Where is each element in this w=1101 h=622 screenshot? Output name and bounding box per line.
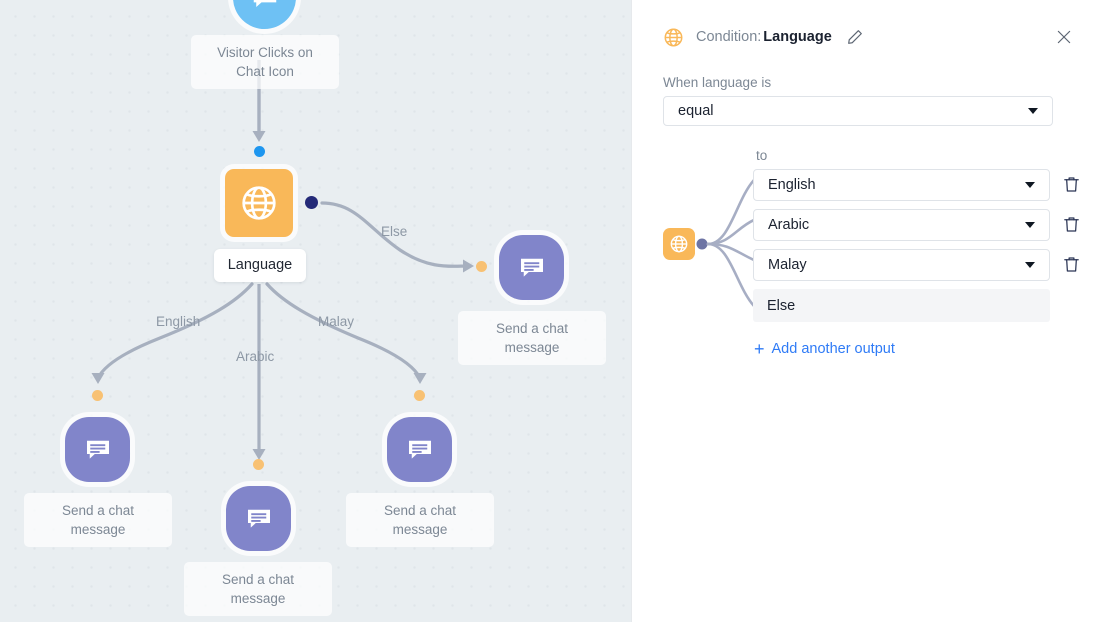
port-condition-in[interactable] — [254, 146, 265, 157]
operator-select-value: equal — [678, 103, 714, 119]
panel-header: Condition: Language — [632, 0, 1101, 74]
chevron-down-icon — [1025, 182, 1035, 188]
flow-builder-screen: Visitor Clicks on Chat Icon Language Els… — [0, 0, 1101, 622]
close-glyph — [1057, 30, 1071, 44]
output-select-0-value: English — [768, 177, 816, 193]
pencil-glyph — [847, 30, 862, 44]
node-message-english-label: Send a chat message — [24, 493, 172, 547]
node-trigger-label: Visitor Clicks on Chat Icon — [191, 35, 339, 89]
port-condition-out-else[interactable] — [305, 196, 318, 209]
chat-message-icon[interactable] — [226, 486, 291, 551]
condition-settings-panel: Condition: Language When language is equa… — [631, 0, 1101, 622]
output-select-1[interactable]: Arabic — [753, 209, 1050, 241]
chat-message-glyph — [408, 440, 431, 459]
chat-message-icon[interactable] — [499, 235, 564, 300]
output-select-1-value: Arabic — [768, 217, 810, 233]
globe-glyph — [670, 235, 688, 253]
chat-bubble-trigger-icon[interactable] — [233, 0, 296, 29]
panel-title-prefix: Condition: — [696, 29, 762, 45]
node-message-arabic-label: Send a chat message — [184, 562, 332, 616]
trash-glyph — [1064, 177, 1079, 192]
pencil-icon[interactable] — [846, 28, 864, 46]
trash-glyph — [1064, 257, 1079, 272]
node-message-malay-label: Send a chat message — [346, 493, 494, 547]
edge-label-english: English — [156, 314, 201, 329]
chevron-down-icon — [1025, 262, 1035, 268]
chat-message-icon[interactable] — [65, 417, 130, 482]
globe-glyph — [242, 186, 276, 220]
globe-icon[interactable] — [225, 169, 293, 237]
chat-message-glyph — [247, 509, 270, 528]
output-select-2-value: Malay — [768, 257, 807, 273]
edge-label-arabic: Arabic — [236, 349, 275, 364]
add-another-output-label: Add another output — [771, 341, 895, 357]
node-message-else-label: Send a chat message — [458, 311, 606, 365]
to-label: to — [756, 148, 768, 163]
chat-message-icon[interactable] — [387, 417, 452, 482]
edge-label-malay: Malay — [318, 314, 355, 329]
node-condition-label: Language — [214, 249, 306, 282]
output-select-0[interactable]: English — [753, 169, 1050, 201]
flow-canvas[interactable]: Visitor Clicks on Chat Icon Language Els… — [0, 0, 631, 622]
globe-glyph — [664, 28, 683, 46]
trash-glyph — [1064, 217, 1079, 232]
port-msg-arabic-in[interactable] — [253, 459, 264, 470]
edge-label-else: Else — [381, 224, 408, 239]
trash-icon[interactable] — [1062, 255, 1081, 274]
output-else-value: Else — [767, 297, 796, 314]
plus-icon: + — [754, 339, 765, 359]
close-icon[interactable] — [1055, 28, 1073, 46]
output-select-2[interactable]: Malay — [753, 249, 1050, 281]
output-else-row: Else — [753, 289, 1050, 322]
port-msg-english-in[interactable] — [92, 390, 103, 401]
chevron-down-icon — [1028, 108, 1038, 114]
port-msg-else-in[interactable] — [476, 261, 487, 272]
panel-title: Condition: Language — [696, 29, 832, 45]
chat-bubble-glyph — [253, 0, 276, 7]
trash-icon[interactable] — [1062, 215, 1081, 234]
operator-select[interactable]: equal — [663, 96, 1053, 126]
panel-condition-node-icon — [663, 228, 695, 260]
when-language-is-label: When language is — [663, 75, 772, 90]
globe-icon — [663, 27, 684, 48]
chat-message-glyph — [520, 258, 543, 277]
add-another-output-button[interactable]: + Add another output — [754, 340, 895, 358]
chevron-down-icon — [1025, 222, 1035, 228]
port-msg-malay-in[interactable] — [414, 390, 425, 401]
panel-title-value: Language — [763, 29, 832, 45]
trash-icon[interactable] — [1062, 175, 1081, 194]
chat-message-glyph — [86, 440, 109, 459]
